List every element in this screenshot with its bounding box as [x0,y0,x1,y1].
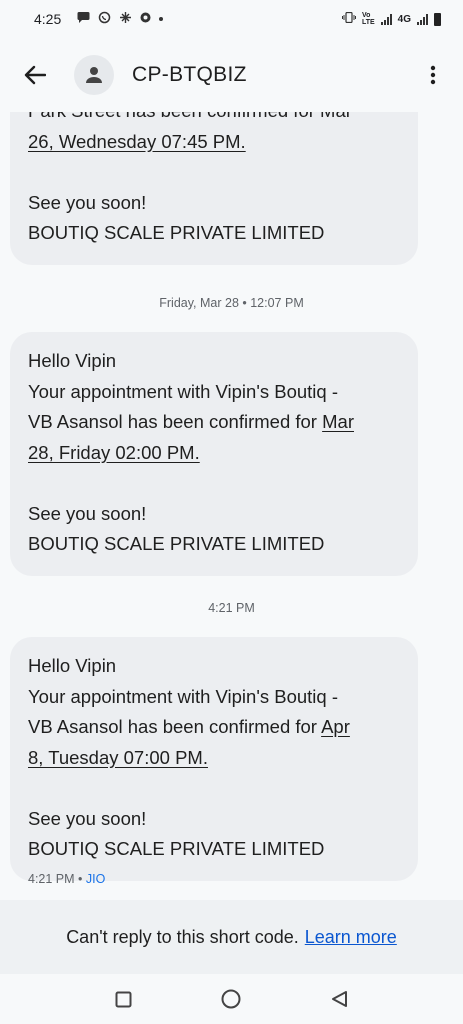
back-nav-button[interactable] [319,979,359,1019]
person-icon [86,67,102,83]
message-company: BOUTIQ SCALE PRIVATE LIMITED [28,533,325,554]
message-line: Your appointment with Vipin's Boutiq - [28,380,339,402]
date-link[interactable]: 26, Wednesday 07:45 PM. [28,127,400,158]
status-bar: 4:25 Vo LTE 4G [0,0,463,38]
message-bubble[interactable]: Hello Vipin Your appointment with Vipin'… [10,637,418,881]
home-button[interactable] [211,979,251,1019]
more-notifications-dot [159,17,164,21]
message-company: BOUTIQ SCALE PRIVATE LIMITED [28,838,325,859]
signal-icon [380,13,392,25]
message-signoff: See you soon! [28,191,147,213]
notification-icons [77,11,164,27]
app-notification-icon [119,11,132,27]
volte-icon: Vo LTE [361,12,375,26]
triangle-back-icon [331,991,347,1007]
circle-icon [221,989,241,1009]
recents-button[interactable] [104,979,144,1019]
whatsapp-icon [98,11,111,27]
message-text: VB Asansol has been confirmed for [28,411,323,432]
message-line: VB Asansol has been confirmed for Mar [28,407,400,438]
message-line: Park Street has been confirmed for Mar [28,112,400,127]
date-link[interactable]: Apr [321,716,350,737]
message-list[interactable]: Park Street has been confirmed for Mar 2… [0,112,463,900]
back-button[interactable] [20,60,50,90]
message-text: VB Asansol has been confirmed for [28,716,322,737]
arrow-back-icon [24,65,46,85]
date-link[interactable]: 28, Friday 02:00 PM. [28,438,400,469]
system-nav-bar [0,974,463,1024]
message-bubble[interactable]: Hello Vipin Your appointment with Vipin'… [10,332,418,576]
status-time: 4:25 [34,11,62,27]
date-link[interactable]: Mar [322,411,354,432]
learn-more-link[interactable]: Learn more [305,927,397,948]
message-signoff: See you soon! [28,502,147,524]
date-link[interactable]: 8, Tuesday 07:00 PM. [28,743,400,774]
chat-bubble-icon [77,11,90,27]
meta-separator: • [74,872,86,886]
message-line: Your appointment with Vipin's Boutiq - [28,685,339,707]
more-options-button[interactable] [421,60,445,90]
message-meta: 4:21 PM • JIO [28,872,105,886]
time-separator: 4:21 PM [208,601,255,615]
message-greeting: Hello Vipin [28,350,117,371]
reply-unavailable-text: Can't reply to this short code. [66,926,299,947]
avatar[interactable] [74,55,114,95]
message-line: VB Asansol has been confirmed for Apr [28,712,400,743]
message-company: BOUTIQ SCALE PRIVATE LIMITED [28,222,325,243]
signal-icon-2 [417,13,428,25]
system-icons: Vo LTE 4G [341,11,441,26]
chrome-icon [140,12,151,26]
battery-icon [434,12,441,26]
vibrate-icon [341,11,356,26]
message-bubble[interactable]: Park Street has been confirmed for Mar 2… [10,112,418,265]
conversation-title[interactable]: CP-BTQBIZ [132,63,247,87]
network-type: 4G [397,13,411,25]
more-vert-icon [430,65,436,85]
reply-unavailable-bar: Can't reply to this short code. Learn mo… [0,900,463,974]
message-signoff: See you soon! [28,807,147,829]
square-icon [115,991,132,1007]
message-time: 4:21 PM [28,872,75,886]
message-greeting: Hello Vipin [28,655,117,676]
carrier-label: JIO [85,872,106,886]
date-separator: Friday, Mar 28 • 12:07 PM [159,296,304,310]
app-bar: CP-BTQBIZ [0,38,463,112]
